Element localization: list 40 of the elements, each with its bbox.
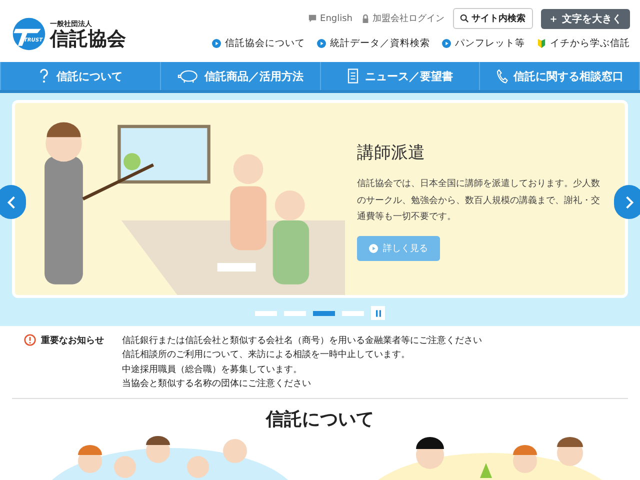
header-link[interactable]: 統計データ／資料検索 xyxy=(317,37,430,50)
phone-icon xyxy=(496,68,508,84)
utility-link[interactable]: English xyxy=(308,14,353,24)
nav-label: 信託商品／活用方法 xyxy=(204,68,304,84)
slide-indicator[interactable] xyxy=(313,310,335,316)
chevron-left-icon xyxy=(6,196,16,208)
piggy-bank-icon xyxy=(176,68,199,84)
search-icon xyxy=(460,14,469,23)
nav-label: 信託について xyxy=(56,68,122,84)
header-link[interactable]: イチから学ぶ信託 xyxy=(537,37,630,50)
play-circle-icon xyxy=(369,244,378,253)
notice-link[interactable]: 信託銀行または信託会社と類似する会社名（商号）を用いる金融業者等にご注意ください xyxy=(122,334,482,348)
slide-description: 信託協会では、日本全国に講師を派遣しております。少人数のサークル、勉強会から、数百人規模の講義まで、謝礼・交通費等も一切不要です。 xyxy=(357,178,601,224)
beginner-mark-icon xyxy=(537,39,546,48)
text-size-button[interactable]: ＋ 文字を大きく xyxy=(540,8,630,28)
chevron-right-icon xyxy=(624,196,634,208)
play-circle-icon xyxy=(212,39,221,48)
pause-button[interactable] xyxy=(371,306,385,320)
pause-icon xyxy=(376,310,380,316)
notice-link[interactable]: 信託相談所のご利用について、来訪による相談を一時中止しています。 xyxy=(122,348,482,363)
notice-link[interactable]: 中途採用職員（総合職）を募集しています。 xyxy=(122,362,482,378)
slide-title: 講師派遣 xyxy=(357,142,426,164)
previous-slide-button[interactable] xyxy=(0,185,26,219)
nav-label: 信託に関する相談窓口 xyxy=(514,68,624,84)
logo-title[interactable]: 信託協会 xyxy=(50,28,126,50)
header-link[interactable]: パンフレット等 xyxy=(442,37,525,50)
notice-link[interactable]: 当協会と類似する名称の団体にご注意ください xyxy=(122,377,482,392)
header-link[interactable]: 信託協会について xyxy=(212,37,305,50)
site-search-button[interactable]: サイト内検索 xyxy=(452,8,533,29)
utility-link[interactable]: 加盟会社ログイン xyxy=(360,12,445,25)
lock-icon xyxy=(360,14,370,23)
section-heading: 信託について xyxy=(264,408,375,431)
alert-icon xyxy=(24,334,36,346)
document-icon xyxy=(346,68,359,84)
play-circle-icon xyxy=(317,39,326,48)
notice-label: 重要なお知らせ xyxy=(41,334,104,347)
nav-label: ニュース／要望書 xyxy=(364,68,453,84)
question-mark-icon xyxy=(38,68,50,84)
play-circle-icon xyxy=(442,39,451,48)
speech-bubble-icon xyxy=(308,14,318,23)
